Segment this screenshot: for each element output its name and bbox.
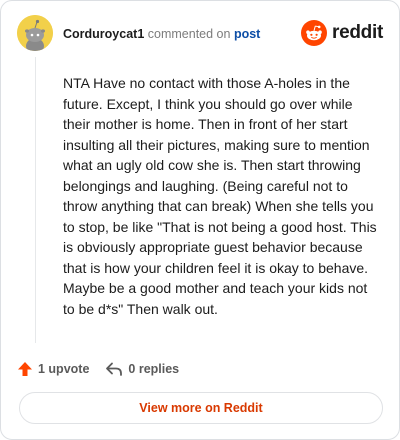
- reply-count: 0 replies: [128, 362, 180, 376]
- comment-body: NTA Have no contact with those A-holes i…: [63, 75, 377, 317]
- snoo-avatar-icon: [17, 15, 53, 51]
- username[interactable]: Corduroycat1: [63, 27, 144, 41]
- reply-arrow-icon: [106, 362, 123, 376]
- upvote-button[interactable]: 1 upvote: [17, 361, 89, 377]
- reddit-wordmark: reddit: [332, 22, 383, 43]
- post-link[interactable]: post: [234, 27, 260, 41]
- view-more-button[interactable]: View more on Reddit: [19, 392, 383, 424]
- comment-actions: 1 upvote 0 replies: [17, 359, 179, 379]
- byline-action: commented on: [147, 27, 231, 41]
- upvote-arrow-icon: [18, 362, 32, 376]
- embedded-comment-card: Corduroycat1 commented on post reddit NT…: [0, 0, 400, 440]
- reply-button[interactable]: 0 replies: [105, 361, 179, 377]
- thread-line: [35, 57, 36, 343]
- comment-header: Corduroycat1 commented on post reddit: [17, 15, 383, 55]
- reddit-brand[interactable]: reddit: [301, 19, 383, 47]
- reddit-alien-icon: [301, 20, 328, 46]
- user-avatar[interactable]: [17, 15, 53, 51]
- upvote-count: 1 upvote: [38, 362, 90, 376]
- comment-byline: Corduroycat1 commented on post: [63, 27, 260, 41]
